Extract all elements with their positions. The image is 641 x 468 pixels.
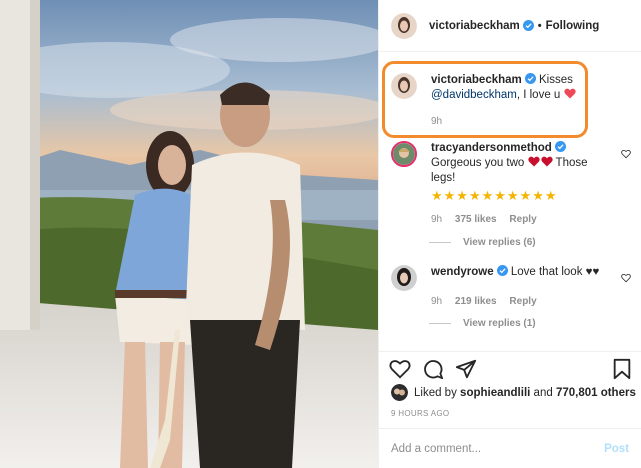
caption-avatar[interactable]: [391, 73, 417, 99]
post-action-bar: [379, 351, 641, 381]
comment-likes-count[interactable]: 219 likes: [455, 296, 497, 307]
commenter-username[interactable]: wendyrowe: [431, 266, 494, 278]
comments-list: victoriabeckham Kisses @davidbeckham, I …: [379, 53, 641, 351]
bookmark-icon[interactable]: [611, 358, 633, 380]
caption-username[interactable]: victoriabeckham: [431, 74, 522, 86]
comment-icon[interactable]: [422, 358, 444, 380]
following-button[interactable]: Following: [546, 20, 600, 32]
caption-text: Kisses: [538, 74, 573, 86]
commenter-avatar[interactable]: [391, 265, 417, 291]
post-caption: victoriabeckham Kisses @davidbeckham, I …: [391, 73, 631, 129]
comment-timestamp: 9h: [431, 214, 443, 225]
view-replies-label: View replies (6): [463, 237, 536, 248]
verified-badge-icon: [524, 73, 536, 84]
liked-by-middle: and: [533, 386, 553, 399]
comment-item: tracyandersonmethod Gorgeous you two Tho…: [391, 141, 631, 227]
view-replies-label: View replies (1): [463, 318, 536, 329]
comment-like-heart-icon[interactable]: [621, 149, 631, 159]
verified-badge-icon: [496, 265, 508, 276]
author-avatar[interactable]: [391, 12, 417, 39]
caption-mention-link[interactable]: @davidbeckham: [431, 89, 517, 101]
heart-emoji-icon: [540, 156, 553, 167]
star-emoji-icon: ★★★★★★★★★★: [431, 188, 558, 203]
commenter-avatar[interactable]: [391, 141, 417, 167]
view-replies-line: [429, 242, 451, 243]
comment-text-line2: legs!: [431, 172, 456, 184]
share-icon[interactable]: [455, 358, 477, 380]
liked-by-user-link[interactable]: sophieandlili: [460, 387, 530, 399]
comment-item: wendyrowe Love that look ♥♥ 9h 219 likes…: [391, 265, 631, 309]
comment-reply-button[interactable]: Reply: [509, 214, 536, 225]
liked-by-others-link[interactable]: 770,801 others: [556, 387, 636, 399]
commenter-username[interactable]: tracyandersonmethod: [431, 142, 552, 154]
comment-timestamp: 9h: [431, 296, 443, 307]
comment-input[interactable]: [391, 442, 605, 455]
add-comment-bar: Post: [379, 428, 641, 468]
view-replies-line: [429, 323, 451, 324]
comment-text: Love that look: [510, 266, 583, 278]
comment-text-suffix: ♥♥: [585, 266, 600, 278]
post-header: victoriabeckham • Following: [379, 0, 641, 52]
verified-badge-icon: [522, 20, 534, 31]
comment-likes-count[interactable]: 375 likes: [455, 214, 497, 225]
caption-timestamp: 9h: [431, 116, 443, 127]
post-comment-button[interactable]: Post: [604, 443, 629, 455]
heart-icon[interactable]: [389, 358, 411, 380]
view-replies-button[interactable]: View replies (6): [429, 237, 536, 248]
liked-by-avatar[interactable]: [391, 384, 408, 401]
comment-text: Gorgeous you two: [431, 157, 525, 169]
heart-emoji-icon: [563, 88, 576, 99]
author-username[interactable]: victoriabeckham: [429, 20, 520, 32]
liked-by-prefix: Liked by: [414, 386, 457, 399]
view-replies-button[interactable]: View replies (1): [429, 318, 536, 329]
post-side-panel: victoriabeckham • Following victoriabeck…: [378, 0, 641, 468]
verified-badge-icon: [554, 141, 566, 152]
post-timestamp[interactable]: 9 HOURS AGO: [391, 409, 449, 418]
comment-reply-button[interactable]: Reply: [509, 296, 536, 307]
caption-text-suffix: , I love u: [516, 89, 561, 101]
liked-by-line: Liked by sophieandlili and 770,801 other…: [391, 384, 636, 401]
post-photo[interactable]: [0, 0, 378, 468]
heart-emoji-icon: [527, 156, 540, 167]
comment-like-heart-icon[interactable]: [621, 273, 631, 283]
photo-illustration: [0, 0, 378, 468]
header-separator: •: [537, 19, 542, 32]
comment-text-suffix: Those: [555, 157, 588, 169]
